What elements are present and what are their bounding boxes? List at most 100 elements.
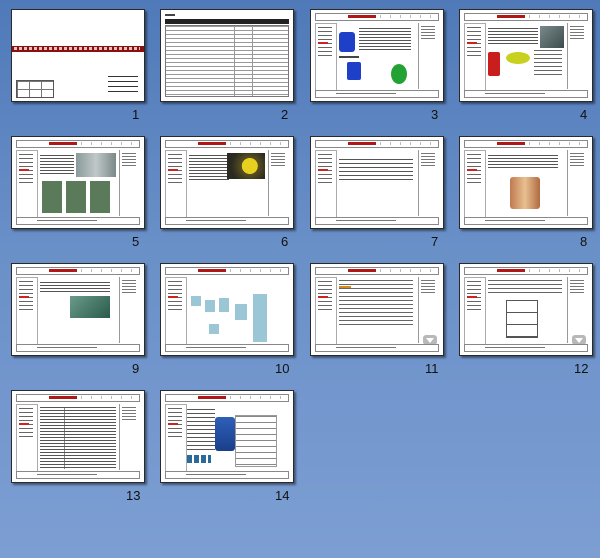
slide-notes-column [268,150,289,216]
pallet-drum-image [510,177,540,209]
slide-header [315,13,439,21]
slide-footer [165,344,289,352]
slide-notes-column [119,277,140,343]
slide-sidebar [16,404,38,472]
slide-thumbnail-1[interactable] [11,9,145,102]
slide-notes-column [418,150,439,216]
section-label [339,56,359,58]
slide-thumbnail-7[interactable] [310,136,444,229]
slide-thumbnail-9[interactable] [11,263,145,356]
blue-drum-image [347,62,361,80]
highlight-label [339,286,351,288]
slide-footer [315,217,439,225]
blue-drum-image [339,32,355,52]
slide-number: 4 [580,107,588,122]
body-text [359,28,411,50]
storage-photo [76,153,116,177]
slide-header [315,140,439,148]
slide-footer [464,90,588,98]
slide-notes-column [418,23,439,89]
slide-number: 1 [132,107,140,122]
slide-thumbnail-13[interactable] [11,390,145,483]
body-text [339,159,413,183]
slide-sidebar [315,150,337,218]
approval-table [16,80,54,98]
rack-drawing [506,300,538,338]
slide-footer [165,471,289,479]
yellow-drum-photo [227,153,265,179]
photo-grid [42,181,114,213]
slide-thumbnail-10[interactable] [160,263,294,356]
slide-number: 3 [431,107,439,122]
slide-number: 6 [281,234,289,249]
slide-footer [315,344,439,352]
slide-number: 8 [580,234,588,249]
slide-header [464,140,588,148]
spec-list-table [40,407,116,469]
color-swatches [187,455,211,463]
slide-thumbnail-5[interactable] [11,136,145,229]
green-container-image [391,64,407,84]
table-header [165,19,289,24]
slide-notes-column [119,404,140,470]
slide-header [165,267,289,275]
drum-photo [540,26,564,48]
slide-sidebar [315,277,337,345]
slide-notes-column [567,150,588,216]
slide-thumbnail-6[interactable] [160,136,294,229]
body-text [488,28,538,46]
slide-sidebar [16,277,38,345]
slide-number: 7 [431,234,439,249]
facility-photo [70,296,110,318]
slide-footer [16,471,140,479]
slide-sidebar [464,150,486,218]
slide-sidebar [315,23,337,91]
dimension-callout [235,415,277,467]
slide-sidebar [165,277,187,345]
slide-number: 9 [132,361,140,376]
slide-footer [315,90,439,98]
slide-number: 5 [132,234,140,249]
slide-thumbnail-2[interactable] [160,9,294,102]
document-info [108,76,138,96]
slide-number: 14 [275,488,290,503]
red-drum-image [488,52,500,76]
slide-sidebar [165,404,187,472]
slide-header [165,394,289,402]
slide-number: 12 [574,361,589,376]
slide-sidebar [16,150,38,218]
slide-header [464,267,588,275]
page-heading [165,14,175,16]
slide-footer [464,344,588,352]
slide-header [16,394,140,402]
blue-drum-image [215,417,235,451]
slide-header [315,267,439,275]
process-flow-diagram [189,294,279,344]
slide-notes-column [119,150,140,216]
slide-header [165,140,289,148]
slide-notes-column [418,277,439,343]
slide-sidebar [165,150,187,218]
spec-table [488,280,562,294]
slide-number: 2 [281,107,289,122]
slide-thumbnail-3[interactable] [310,9,444,102]
title-text [14,47,140,50]
slide-thumbnail-12[interactable] [459,263,593,356]
caption-text [534,50,562,76]
revision-table [165,25,289,97]
slide-footer [464,217,588,225]
slide-thumbnail-11[interactable] [310,263,444,356]
slide-footer [16,217,140,225]
slide-number: 13 [126,488,141,503]
slide-footer [165,217,289,225]
slide-header [16,140,140,148]
slide-number: 10 [275,361,290,376]
slide-sidebar [464,23,486,91]
yellow-lid-image [506,52,530,64]
slide-header [16,267,140,275]
slide-thumbnail-14[interactable] [160,390,294,483]
body-text [187,409,215,453]
slide-thumbnail-4[interactable] [459,9,593,102]
slide-notes-column [567,23,588,89]
slide-thumbnail-8[interactable] [459,136,593,229]
